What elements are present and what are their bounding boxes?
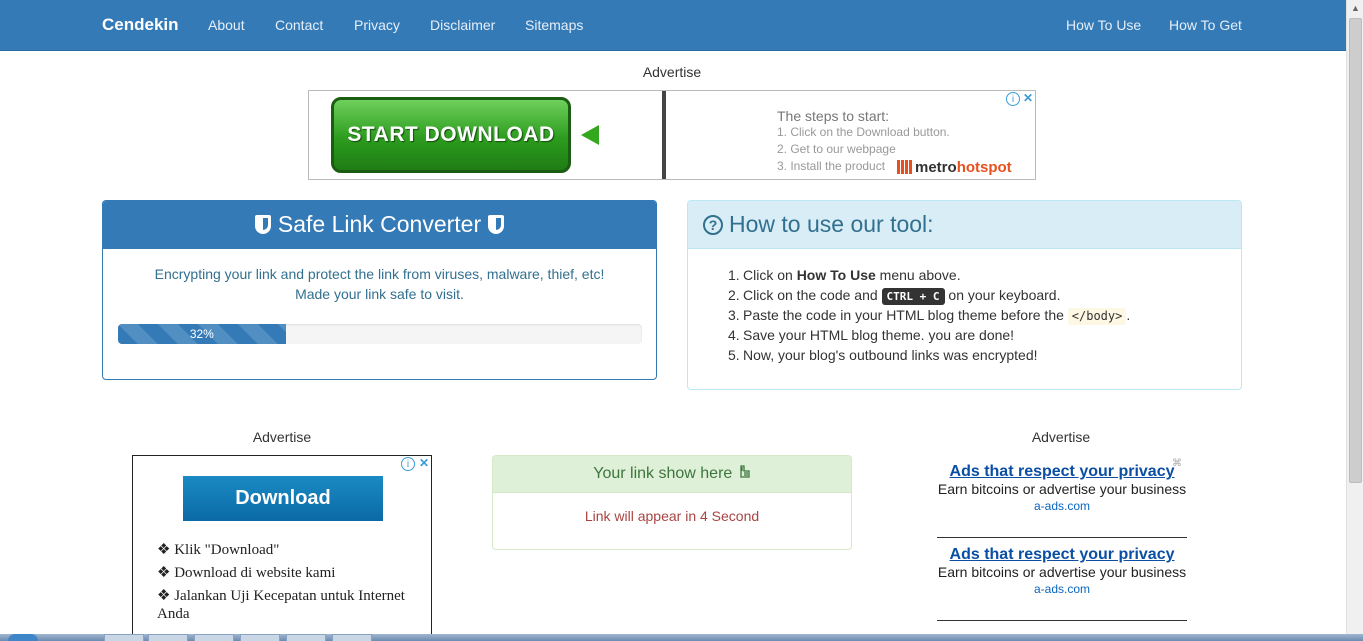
list-item: 3. Paste the code in your HTML blog theme… [728,307,1131,325]
aads-ad-title[interactable]: Ads that respect your privacy [937,463,1187,481]
howto-title: How to use our tool: [729,211,934,237]
metrohotspot-mark-icon [897,160,913,174]
aads-ad-domain[interactable]: a-ads.com [937,581,1187,597]
progress-bar: 32% [118,324,286,344]
left-download-ad[interactable]: i ✕ Download ❖ Klik "Download" ❖ Downloa… [132,455,432,635]
aads-ad-domain[interactable]: a-ads.com [937,498,1187,514]
logo-text-left: metro [915,159,957,176]
converter-heading: Safe Link Converter [103,201,656,249]
ad-step: 3. Install the product [777,159,886,173]
adchoices-icon[interactable]: i [1006,92,1020,106]
aads-ad-desc: Earn bitcoins or advertise your business [937,481,1187,497]
converter-subdescription: Made your link safe to visit. [295,286,464,302]
keyboard-shortcut: CTRL + C [881,288,945,305]
nav-how-to-get[interactable]: How To Get [1169,17,1242,33]
list-item: 1. Click on How To Use menu above. [728,267,961,283]
nav-contact[interactable]: Contact [275,17,323,33]
converter-title: Safe Link Converter [277,211,482,237]
nav-about[interactable]: About [208,17,245,33]
list-item: 5. Now, your blog's outbound links was en… [728,347,1038,363]
nav-privacy[interactable]: Privacy [354,17,400,33]
taskbar-button[interactable] [194,634,234,641]
ad-bullet: ❖ Klik "Download" [157,542,280,558]
ad-bullet: ❖ Download di website kami [157,565,336,581]
converter-description: Encrypting your link and protect the lin… [154,266,605,282]
scrollbar-thumb[interactable] [1349,18,1362,483]
scroll-up-arrow-icon[interactable]: ▲ [1347,0,1363,17]
link-result-panel: Your link show here Link will appear in … [492,455,852,550]
logo-text-right: hotspot [956,159,1012,176]
shield-icon [487,215,504,234]
banner-divider [662,91,666,179]
safe-link-converter-panel: Safe Link Converter Encrypting your link… [102,200,657,380]
list-item: 2. Click on the code and CTRL + C on your… [728,287,1061,305]
taskbar-button[interactable] [286,634,326,641]
metrohotspot-logo: metrohotspot [897,159,1012,176]
link-countdown-message: Link will appear in 4 Second [584,508,760,524]
shield-icon [255,215,272,234]
top-ad-caption: Advertise [642,64,702,80]
taskbar-button[interactable] [104,634,144,641]
right-ad-caption: Advertise [1031,429,1091,445]
list-item: 4. Save your HTML blog theme. you are don… [728,327,1015,343]
aads-divider [937,537,1187,538]
vertical-scrollbar[interactable]: ▲ [1346,0,1363,634]
top-navbar: Cendekin About Contact Privacy Disclaime… [0,0,1346,51]
body-tag-code: </body> [1067,308,1127,325]
aads-ad-desc: Earn bitcoins or advertise your business [937,564,1187,580]
start-menu-icon[interactable] [8,634,38,641]
aads-ad-2[interactable]: Ads that respect your privacy Earn bitco… [937,546,1187,597]
aads-divider [937,620,1187,621]
top-banner-ad[interactable]: START DOWNLOAD The steps to start: 1. Cl… [308,90,1036,180]
ad-steps-title: The steps to start: [777,108,890,124]
question-circle-icon: ? [703,215,723,235]
os-taskbar [0,634,1363,641]
close-icon[interactable]: ✕ [1021,92,1035,106]
brand-link[interactable]: Cendekin [102,15,179,35]
ad-step: 1. Click on the Download button. [777,125,950,139]
arrow-left-icon [581,125,599,145]
howto-steps-list: 1. Click on How To Use menu above. 2. Clic… [728,265,1130,365]
taskbar-button[interactable] [148,634,188,641]
start-download-button[interactable]: START DOWNLOAD [331,97,571,173]
result-heading: Your link show here [493,456,851,493]
hand-point-down-icon [740,465,750,478]
ad-bullet: ❖ Jalankan Uji Kecepatan untuk Internet … [157,588,405,622]
how-to-use-emphasis: How To Use [796,267,876,283]
taskbar-button[interactable] [332,634,372,641]
howto-heading: ? How to use our tool: [688,201,1241,249]
nav-how-to-use[interactable]: How To Use [1066,17,1141,33]
taskbar-button[interactable] [240,634,280,641]
close-icon[interactable]: ✕ [417,457,431,471]
aads-ad-1[interactable]: Ads that respect your privacy Earn bitco… [937,463,1187,514]
download-button[interactable]: Download [183,476,383,521]
left-ad-caption: Advertise [252,429,312,445]
nav-disclaimer[interactable]: Disclaimer [430,17,495,33]
ad-step: 2. Get to our webpage [777,142,896,156]
result-title: Your link show here [593,465,733,482]
how-to-use-panel: ? How to use our tool: 1. Click on How To … [687,200,1242,390]
adchoices-icon[interactable]: i [401,457,415,471]
progress-track: 32% [118,324,642,344]
aads-ad-title[interactable]: Ads that respect your privacy [937,546,1187,564]
nav-sitemaps[interactable]: Sitemaps [525,17,583,33]
